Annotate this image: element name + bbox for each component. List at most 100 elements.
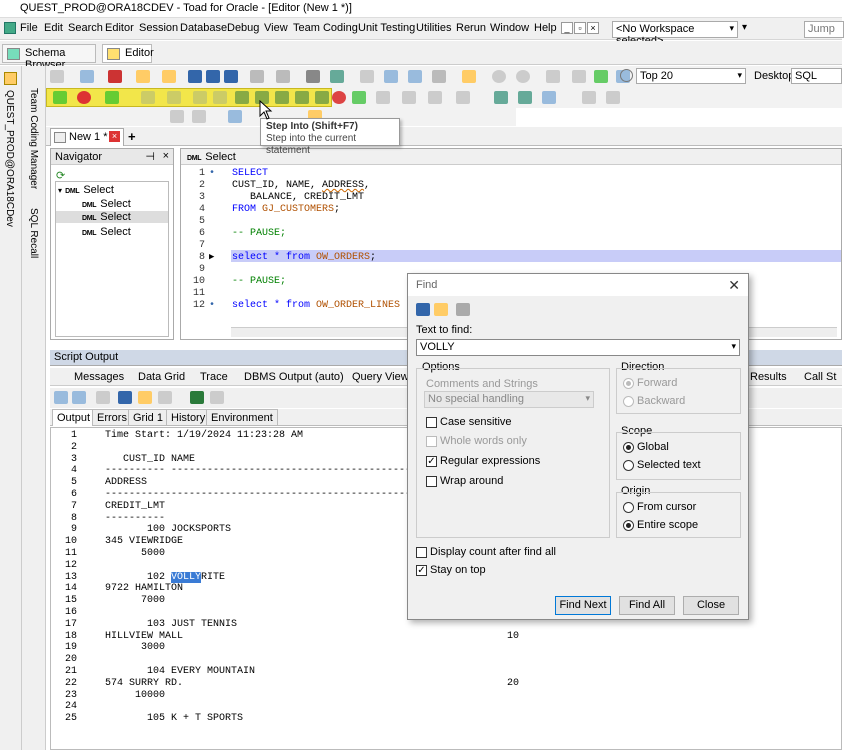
- toolbar-c-icon[interactable]: [428, 91, 442, 104]
- sql-recall-tab[interactable]: SQL Recall: [28, 208, 39, 258]
- menu-file[interactable]: File: [20, 22, 38, 34]
- menu-edit[interactable]: Edit: [44, 22, 63, 34]
- tab-messages[interactable]: Messages: [74, 371, 124, 383]
- toolbar-icon-2[interactable]: [572, 70, 586, 83]
- schema-icon[interactable]: [408, 70, 422, 83]
- from-cursor-radio[interactable]: [623, 502, 634, 513]
- open-icon[interactable]: [136, 70, 150, 83]
- menu-debug[interactable]: Debug: [227, 22, 259, 34]
- find-open-icon[interactable]: [434, 303, 448, 316]
- mdi-close-icon[interactable]: ×: [587, 22, 599, 34]
- save-icon[interactable]: [188, 70, 202, 83]
- menu-window[interactable]: Window: [490, 22, 529, 34]
- selected-text-radio[interactable]: [623, 460, 634, 471]
- pin-icon[interactable]: ⊣: [145, 150, 155, 163]
- entire-scope-radio[interactable]: [623, 520, 634, 531]
- back-icon[interactable]: [50, 70, 64, 83]
- team-coding-manager-tab[interactable]: Team Coding Manager: [28, 88, 39, 189]
- grid-export-icon[interactable]: [210, 391, 224, 404]
- nav-forward-icon[interactable]: [516, 70, 530, 83]
- output-filter-icon[interactable]: [72, 391, 86, 404]
- menu-search[interactable]: Search: [68, 22, 103, 34]
- tree-root[interactable]: ▾ DML Select: [58, 184, 114, 196]
- tree-item-selected[interactable]: DML Select: [56, 211, 168, 223]
- close-icon[interactable]: ✕: [728, 277, 740, 294]
- tab-output[interactable]: Output: [52, 409, 96, 426]
- tools-icon[interactable]: [432, 70, 446, 83]
- find-all-button[interactable]: Find All: [619, 596, 675, 615]
- output-open-icon[interactable]: [138, 391, 152, 404]
- x-icon[interactable]: [108, 70, 122, 83]
- sql-connection-icon[interactable]: [594, 70, 608, 83]
- global-radio[interactable]: [623, 442, 634, 453]
- tree-item[interactable]: DML Select: [82, 226, 131, 238]
- menu-utilities[interactable]: Utilities: [416, 22, 451, 34]
- comment-icon[interactable]: [494, 91, 508, 104]
- toolbar-b-icon[interactable]: [402, 91, 416, 104]
- add-tab-button[interactable]: +: [128, 129, 136, 144]
- connection-label[interactable]: QUEST_PROD@ORA18CDev: [4, 90, 15, 227]
- step-over-icon[interactable]: [275, 91, 289, 104]
- save-as-icon[interactable]: [206, 70, 220, 83]
- output-options-icon[interactable]: [54, 391, 68, 404]
- tab-trace[interactable]: Trace: [200, 371, 228, 383]
- sql-tools-icon[interactable]: [330, 70, 344, 83]
- rollback-icon[interactable]: [276, 70, 290, 83]
- case-icon[interactable]: [542, 91, 556, 104]
- connection-icon[interactable]: [4, 72, 17, 85]
- stay-on-top-checkbox[interactable]: ✓: [416, 565, 427, 576]
- step-out-icon[interactable]: [315, 91, 329, 104]
- compile-icon[interactable]: [213, 91, 227, 104]
- nav-back-icon[interactable]: [492, 70, 506, 83]
- watch-icon[interactable]: [352, 91, 366, 104]
- print-icon[interactable]: [306, 70, 320, 83]
- folder-icon[interactable]: [462, 70, 476, 83]
- topn-select[interactable]: Top 20 ▾: [636, 68, 746, 84]
- tab-data-grid[interactable]: Data Grid: [138, 371, 185, 383]
- open-recent-icon[interactable]: [162, 70, 176, 83]
- menu-view[interactable]: View: [264, 22, 288, 34]
- run-script-icon[interactable]: [105, 91, 119, 104]
- tab-call-stack[interactable]: Call St: [804, 371, 836, 383]
- menu-unit-testing[interactable]: Unit Testing: [358, 22, 415, 34]
- find-save-icon[interactable]: [416, 303, 430, 316]
- commit-icon[interactable]: [250, 70, 264, 83]
- breakpoint-icon[interactable]: [332, 91, 346, 104]
- menu-team-coding[interactable]: Team Coding: [293, 22, 358, 34]
- trace-icon[interactable]: [193, 91, 207, 104]
- debug-run-icon[interactable]: [235, 91, 249, 104]
- output-search-icon[interactable]: [158, 391, 172, 404]
- workspace-menu-icon[interactable]: ▾: [742, 22, 754, 36]
- tab-dbms-output[interactable]: DBMS Output (auto): [244, 371, 344, 383]
- text-to-find-input[interactable]: VOLLY ▾: [416, 339, 740, 356]
- jump-input[interactable]: Jump: [804, 21, 844, 38]
- menu-database[interactable]: Database: [180, 22, 227, 34]
- desktop-select[interactable]: SQL: [791, 68, 842, 84]
- close-tab-icon[interactable]: ×: [109, 131, 120, 142]
- tab-new-1[interactable]: New 1 * ×: [50, 128, 124, 146]
- menu-session[interactable]: Session: [139, 22, 178, 34]
- find-next-button[interactable]: Find Next: [555, 596, 611, 615]
- tree-item[interactable]: DML Select: [82, 198, 131, 210]
- excel-icon[interactable]: [190, 391, 204, 404]
- save-all-icon[interactable]: [224, 70, 238, 83]
- stop-icon[interactable]: [77, 91, 91, 104]
- output-clear-icon[interactable]: [96, 391, 110, 404]
- tab-results[interactable]: Results: [750, 371, 787, 383]
- mdi-minimize-icon[interactable]: _: [561, 22, 573, 34]
- toolbar-icon[interactable]: [546, 70, 560, 83]
- sql-window-icon[interactable]: [384, 70, 398, 83]
- close-icon[interactable]: ×: [163, 150, 169, 162]
- tab-editor[interactable]: Editor: [102, 44, 154, 63]
- undo-icon[interactable]: [582, 91, 596, 104]
- toggle-icon[interactable]: [376, 91, 390, 104]
- grid-icon[interactable]: [360, 70, 374, 83]
- explain-plan-icon[interactable]: [167, 91, 181, 104]
- menu-editor[interactable]: Editor: [105, 22, 134, 34]
- collapse-icon[interactable]: ▾: [58, 186, 62, 195]
- tab-errors[interactable]: Errors: [92, 409, 132, 426]
- tab-schema-browser[interactable]: Schema Browser: [2, 44, 96, 71]
- toolbar-f-icon[interactable]: [192, 110, 206, 123]
- uncomment-icon[interactable]: [518, 91, 532, 104]
- find-clear-icon[interactable]: [456, 303, 470, 316]
